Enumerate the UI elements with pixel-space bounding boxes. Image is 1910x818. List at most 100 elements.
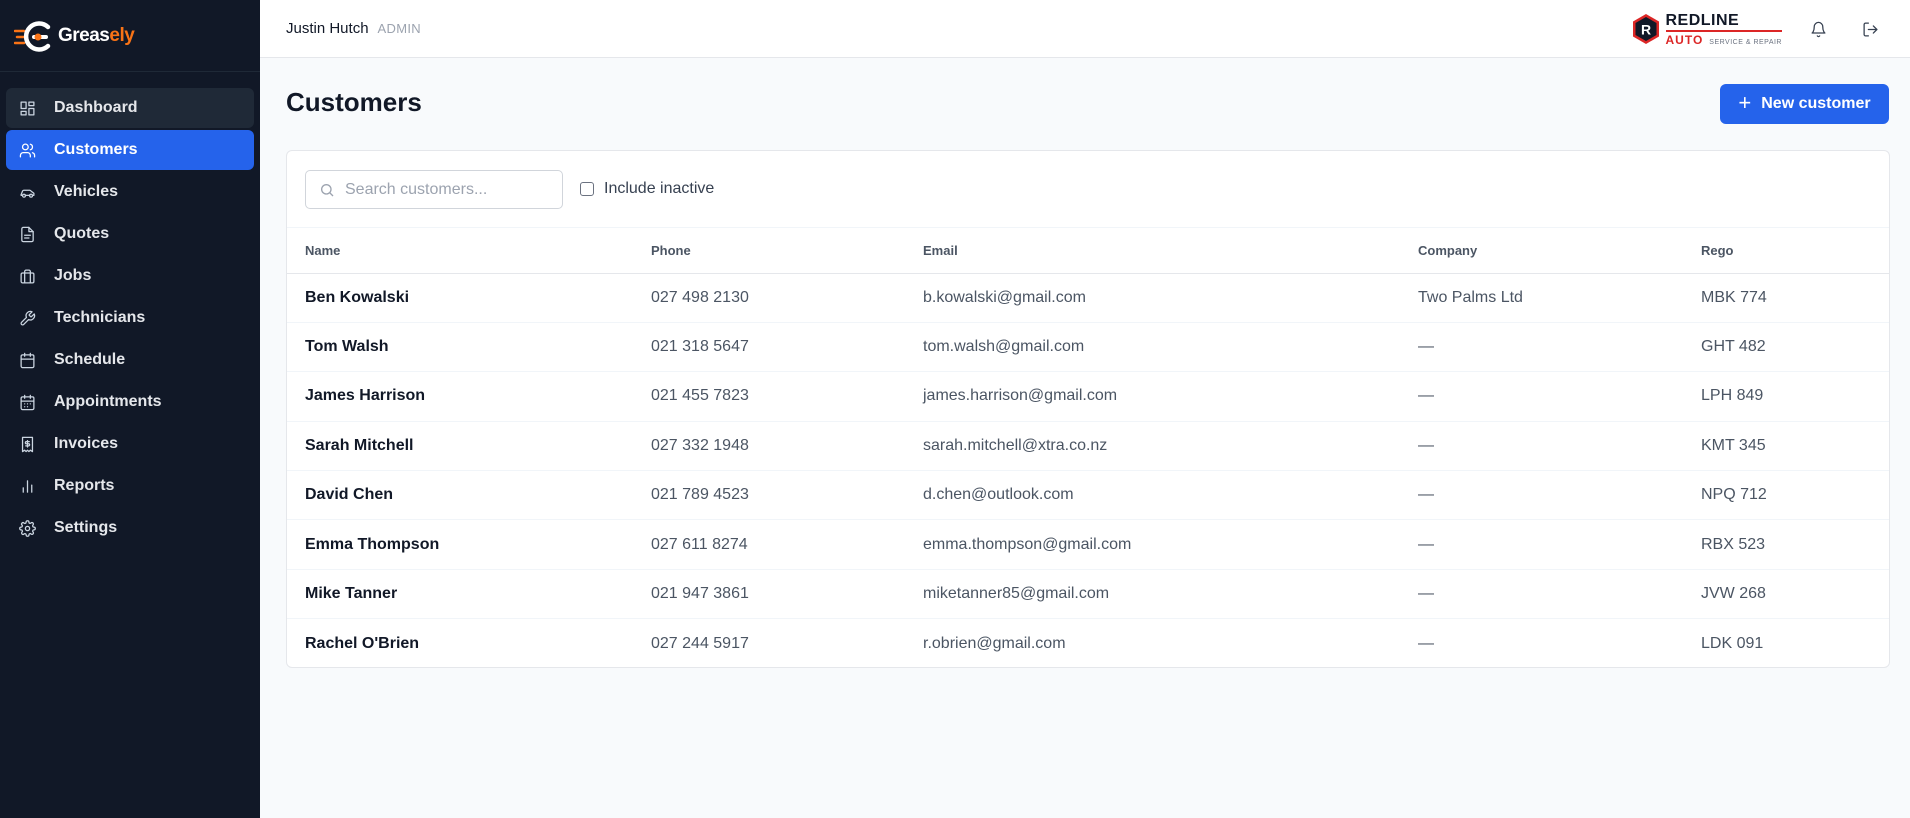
cell-rego: LPH 849	[1701, 387, 1764, 405]
sidebar-item-appointments[interactable]: Appointments	[6, 382, 254, 422]
sidebar: Greasely Dashboard Customers Vehicles Quote…	[0, 0, 260, 818]
logout-icon[interactable]	[1860, 19, 1880, 39]
cell-name: Mike Tanner	[305, 585, 398, 603]
column-header-rego[interactable]: Rego	[1701, 228, 1889, 273]
sidebar-item-schedule[interactable]: Schedule	[6, 340, 254, 380]
search-box[interactable]	[305, 170, 563, 209]
sidebar-item-quotes[interactable]: Quotes	[6, 214, 254, 254]
cell-name: Sarah Mitchell	[305, 436, 414, 454]
cell-company: —	[1418, 338, 1434, 356]
sidebar-item-label: Schedule	[54, 351, 126, 368]
sidebar-item-label: Customers	[54, 141, 138, 158]
sidebar-item-technicians[interactable]: Technicians	[6, 298, 254, 338]
column-header-name[interactable]: Name	[287, 228, 651, 273]
cell-phone: 027 498 2130	[651, 288, 749, 306]
cell-phone: 027 332 1948	[651, 436, 749, 454]
sidebar-item-dashboard[interactable]: Dashboard	[6, 88, 254, 128]
table-row[interactable]: Emma Thompson 027 611 8274 emma.thompson@g…	[287, 520, 1889, 570]
table-row[interactable]: David Chen 021 789 4523 d.chen@outlook.com…	[287, 471, 1889, 520]
sidebar-item-jobs[interactable]: Jobs	[6, 256, 254, 296]
sidebar-item-reports[interactable]: Reports	[6, 466, 254, 506]
column-header-email[interactable]: Email	[923, 228, 1418, 273]
sidebar-item-label: Technicians	[54, 309, 146, 326]
cell-name: Emma Thompson	[305, 535, 440, 553]
svg-text:R: R	[1640, 22, 1650, 38]
table-row[interactable]: Sarah Mitchell 027 332 1948 sarah.mitchell…	[287, 421, 1889, 471]
table-row[interactable]: Tom Walsh 021 318 5647 tom.walsh@gmail.com…	[287, 322, 1889, 372]
include-inactive-toggle[interactable]: Include inactive	[580, 180, 714, 198]
cell-name: James Harrison	[305, 387, 426, 405]
new-customer-button[interactable]: + New customer	[1720, 84, 1889, 124]
column-header-phone[interactable]: Phone	[651, 228, 923, 273]
cell-email: sarah.mitchell@xtra.co.nz	[923, 436, 1108, 454]
sidebar-item-label: Settings	[54, 519, 118, 536]
cell-email: tom.walsh@gmail.com	[923, 338, 1085, 356]
cell-company: —	[1418, 535, 1434, 553]
redline-hexagon-icon: R	[1632, 14, 1659, 44]
cell-name: David Chen	[305, 486, 394, 504]
cell-phone: 021 789 4523	[651, 486, 749, 504]
topbar: Justin Hutch ADMIN R REDLINE AUTO SERVIC…	[260, 0, 1910, 58]
notifications-bell-icon[interactable]	[1808, 19, 1828, 39]
layout-grid-icon	[18, 99, 36, 117]
table-row[interactable]: James Harrison 021 455 7823 james.harrison…	[287, 372, 1889, 422]
include-inactive-checkbox[interactable]	[580, 182, 594, 196]
customers-table: Name Phone Email Company Rego Ben Kowals…	[287, 228, 1889, 667]
cell-rego: JVW 268	[1701, 585, 1766, 603]
cell-email: emma.thompson@gmail.com	[923, 535, 1132, 553]
page-title: Customers	[286, 87, 422, 117]
table-row[interactable]: Rachel O'Brien 027 244 5917 r.obrien@gmail…	[287, 619, 1889, 667]
plus-icon: +	[1738, 90, 1752, 115]
cell-company: —	[1418, 436, 1434, 454]
cell-company: —	[1418, 585, 1434, 603]
sidebar-item-label: Dashboard	[54, 99, 138, 116]
table-row[interactable]: Ben Kowalski 027 498 2130 b.kowalski@gmail…	[287, 273, 1889, 323]
brand-logo[interactable]: Greasely	[0, 0, 260, 72]
cell-rego: RBX 523	[1701, 535, 1766, 553]
gear-icon	[18, 519, 36, 537]
sidebar-item-label: Appointments	[54, 393, 162, 410]
user-name: Justin Hutch	[286, 20, 369, 37]
sidebar-item-label: Reports	[54, 477, 115, 494]
brand-name: Greasely	[58, 24, 135, 46]
table-header-row: Name Phone Email Company Rego	[287, 228, 1889, 273]
customers-card: Include inactive Name Phone Email Compan…	[286, 150, 1890, 668]
sidebar-item-invoices[interactable]: Invoices	[6, 424, 254, 464]
cell-email: james.harrison@gmail.com	[923, 387, 1118, 405]
cell-rego: NPQ 712	[1701, 486, 1767, 504]
bar-chart-icon	[18, 477, 36, 495]
cell-rego: GHT 482	[1701, 338, 1766, 356]
search-icon	[321, 183, 334, 196]
cell-phone: 021 318 5647	[651, 338, 749, 356]
cell-rego: KMT 345	[1701, 436, 1766, 454]
users-icon	[18, 141, 36, 159]
sidebar-item-label: Vehicles	[54, 183, 119, 200]
sidebar-item-label: Invoices	[54, 435, 119, 452]
sidebar-item-customers[interactable]: Customers	[6, 130, 254, 170]
cell-company: —	[1418, 486, 1434, 504]
new-customer-button-label: New customer	[1761, 95, 1871, 112]
cell-email: d.chen@outlook.com	[923, 486, 1074, 504]
shop-logo: R REDLINE AUTO SERVICE & REPAIR	[1630, 12, 1782, 47]
search-input[interactable]	[345, 180, 545, 199]
shop-logo-auto: AUTO	[1665, 32, 1704, 47]
cell-rego: MBK 774	[1701, 288, 1767, 306]
cell-company: Two Palms Ltd	[1418, 288, 1523, 306]
greasely-logo-icon	[13, 18, 54, 54]
cell-phone: 027 611 8274	[651, 535, 748, 553]
cell-email: miketanner85@gmail.com	[923, 585, 1110, 603]
cell-phone: 021 455 7823	[651, 387, 749, 405]
briefcase-icon	[18, 267, 36, 285]
filters-bar: Include inactive	[287, 151, 1889, 228]
sidebar-item-settings[interactable]: Settings	[6, 508, 254, 548]
shop-logo-top: REDLINE	[1665, 12, 1782, 32]
column-header-company[interactable]: Company	[1418, 228, 1701, 273]
include-inactive-label: Include inactive	[604, 180, 715, 197]
car-icon	[18, 183, 36, 201]
shop-logo-tagline: SERVICE & REPAIR	[1709, 38, 1782, 46]
cell-name: Rachel O'Brien	[305, 634, 420, 652]
cell-name: Ben Kowalski	[305, 288, 410, 306]
receipt-icon	[18, 435, 36, 453]
table-row[interactable]: Mike Tanner 021 947 3861 miketanner85@gmai…	[287, 569, 1889, 619]
sidebar-item-vehicles[interactable]: Vehicles	[6, 172, 254, 212]
